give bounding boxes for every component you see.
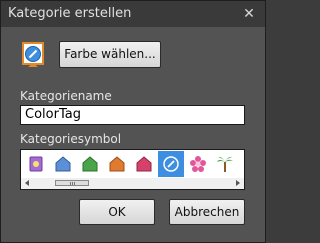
scroll-left-icon[interactable] (25, 180, 29, 186)
grip-line (72, 182, 73, 185)
scroll-thumb[interactable] (55, 180, 89, 186)
choose-color-button[interactable]: Farbe wählen... (59, 41, 161, 68)
house-blue-icon[interactable] (50, 151, 76, 177)
pink-flower-icon[interactable] (185, 151, 211, 177)
title-bar: Kategorie erstellen ✕ (1, 1, 265, 27)
ok-button[interactable]: OK (79, 199, 155, 225)
category-preview-icon (21, 42, 45, 68)
symbol-picker[interactable] (20, 149, 245, 190)
category-symbol-label: Kategoriesymbol (20, 132, 122, 146)
color-tag-icon[interactable] (158, 151, 184, 177)
grip-line (74, 182, 75, 185)
house-orange-icon[interactable] (104, 151, 130, 177)
horizontal-scrollbar[interactable] (21, 178, 244, 189)
category-name-label: Kategoriename (20, 89, 112, 103)
house-green-icon[interactable] (77, 151, 103, 177)
scroll-right-icon[interactable] (236, 180, 240, 186)
dialog-title: Kategorie erstellen (8, 6, 132, 21)
grip-line (70, 182, 71, 185)
category-name-input[interactable]: ColorTag (20, 105, 245, 125)
create-category-dialog: Kategorie erstellen ✕ Farbe wählen... Ka… (0, 0, 266, 243)
palm-tree-icon[interactable] (212, 151, 238, 177)
flower-tag-icon[interactable] (23, 151, 49, 177)
close-icon[interactable]: ✕ (241, 1, 257, 27)
cancel-button[interactable]: Abbrechen (169, 199, 245, 225)
house-pink-icon[interactable] (131, 151, 157, 177)
